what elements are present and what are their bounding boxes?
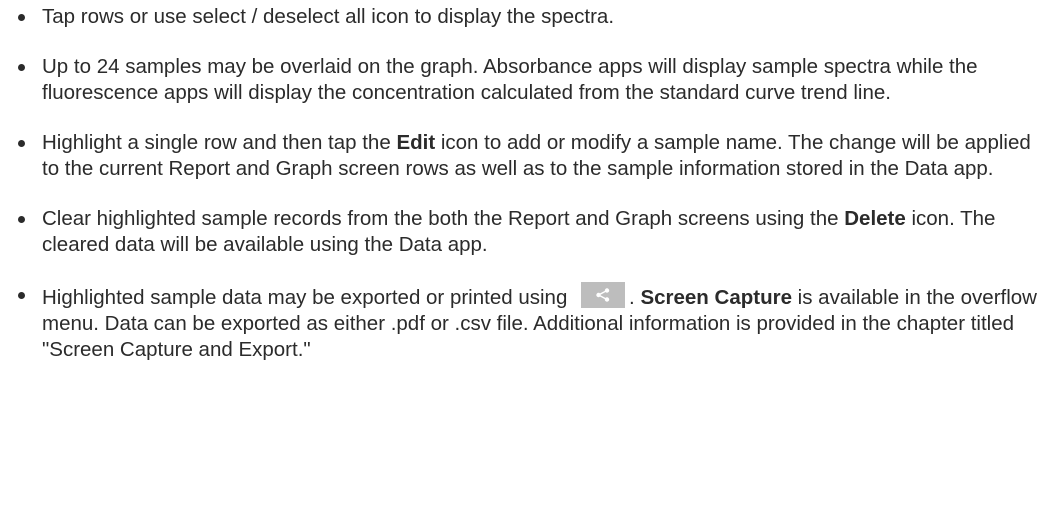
edit-term: Edit	[396, 131, 436, 154]
share-icon	[581, 282, 626, 308]
bullet-dot	[18, 14, 25, 21]
bullet-dot	[18, 64, 25, 71]
bullet-text-before: Clear highlighted sample records from th…	[42, 207, 845, 230]
bullet-item-3: Highlight a single row and then tap the …	[0, 130, 1064, 182]
bullet-item-2: Up to 24 samples may be overlaid on the …	[0, 54, 1064, 106]
delete-term: Delete	[844, 207, 906, 230]
bullet-dot	[18, 216, 25, 223]
bullet-text: Tap rows or use select / deselect all ic…	[42, 5, 615, 28]
bullet-item-5: Highlighted sample data may be exported …	[0, 282, 1064, 363]
bullet-item-1: Tap rows or use select / deselect all ic…	[0, 4, 1064, 30]
bullet-dot	[18, 292, 25, 299]
bullet-list: Tap rows or use select / deselect all ic…	[0, 4, 1064, 363]
bullet-item-4: Clear highlighted sample records from th…	[0, 206, 1064, 258]
bullet-text-before: Highlighted sample data may be exported …	[42, 286, 574, 309]
screen-capture-term: Screen Capture	[640, 286, 792, 309]
bullet-text-middle: .	[629, 286, 641, 309]
bullet-text-before: Highlight a single row and then tap the	[42, 131, 397, 154]
bullet-text: Up to 24 samples may be overlaid on the …	[42, 55, 978, 104]
bullet-dot	[18, 140, 25, 147]
document-page: Tap rows or use select / deselect all ic…	[0, 0, 1064, 516]
